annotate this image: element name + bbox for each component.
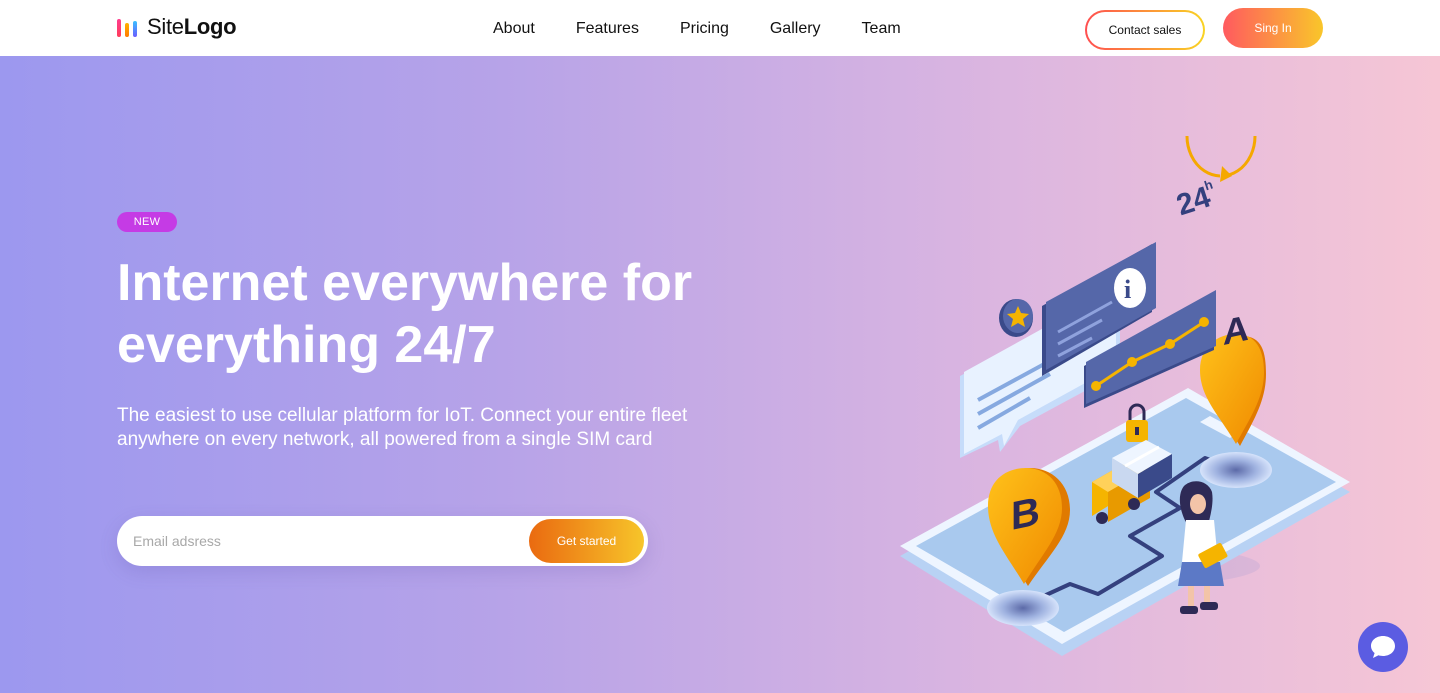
hero-subtext: The easiest to use cellular platform for… bbox=[117, 404, 757, 452]
logo-text: SiteLogo bbox=[147, 14, 237, 40]
logo-bars-icon bbox=[117, 17, 141, 37]
clock-24h-icon: 24 h bbox=[1173, 136, 1257, 222]
get-started-button[interactable]: Get started bbox=[529, 519, 644, 563]
subtext-line-2: anywhere on every network, all powered f… bbox=[117, 429, 653, 450]
email-signup-form: Get started bbox=[117, 516, 648, 566]
chat-button[interactable] bbox=[1358, 622, 1408, 672]
hero-section: NEW Internet everywhere for everything 2… bbox=[0, 56, 1440, 693]
location-spot-a bbox=[1200, 452, 1272, 488]
nav-team[interactable]: Team bbox=[862, 18, 901, 40]
iot-illustration: B A i 24 h bbox=[900, 136, 1350, 656]
chat-bubble-icon bbox=[1371, 636, 1395, 658]
site-logo[interactable]: SiteLogo bbox=[117, 14, 237, 40]
new-badge: NEW bbox=[117, 212, 177, 232]
lock-icon bbox=[1126, 403, 1148, 442]
site-header: SiteLogo About Features Pricing Gallery … bbox=[0, 0, 1440, 56]
logo-text-light: Site bbox=[147, 14, 184, 39]
location-spot-b bbox=[987, 590, 1059, 626]
main-nav: About Features Pricing Gallery Team bbox=[493, 18, 942, 40]
info-glyph: i bbox=[1124, 275, 1131, 304]
sign-in-button[interactable]: Sing In bbox=[1223, 8, 1323, 48]
contact-sales-label: Contact sales bbox=[1087, 12, 1203, 48]
pin-a-label: A bbox=[1223, 307, 1249, 353]
pin-b-label: B bbox=[1011, 487, 1040, 539]
hero-headline: Internet everywhere for everything 24/7 bbox=[117, 252, 757, 376]
email-input[interactable] bbox=[133, 516, 513, 566]
headline-line-2: everything 24/7 bbox=[117, 316, 496, 374]
subtext-line-1: The easiest to use cellular platform for… bbox=[117, 405, 688, 426]
nav-pricing[interactable]: Pricing bbox=[680, 18, 729, 40]
contact-sales-button[interactable]: Contact sales bbox=[1085, 10, 1205, 50]
star-icon bbox=[999, 299, 1033, 337]
nav-about[interactable]: About bbox=[493, 18, 535, 40]
nav-gallery[interactable]: Gallery bbox=[770, 18, 821, 40]
logo-text-bold: Logo bbox=[183, 14, 237, 39]
nav-features[interactable]: Features bbox=[576, 18, 639, 40]
headline-line-1: Internet everywhere for bbox=[117, 254, 693, 312]
